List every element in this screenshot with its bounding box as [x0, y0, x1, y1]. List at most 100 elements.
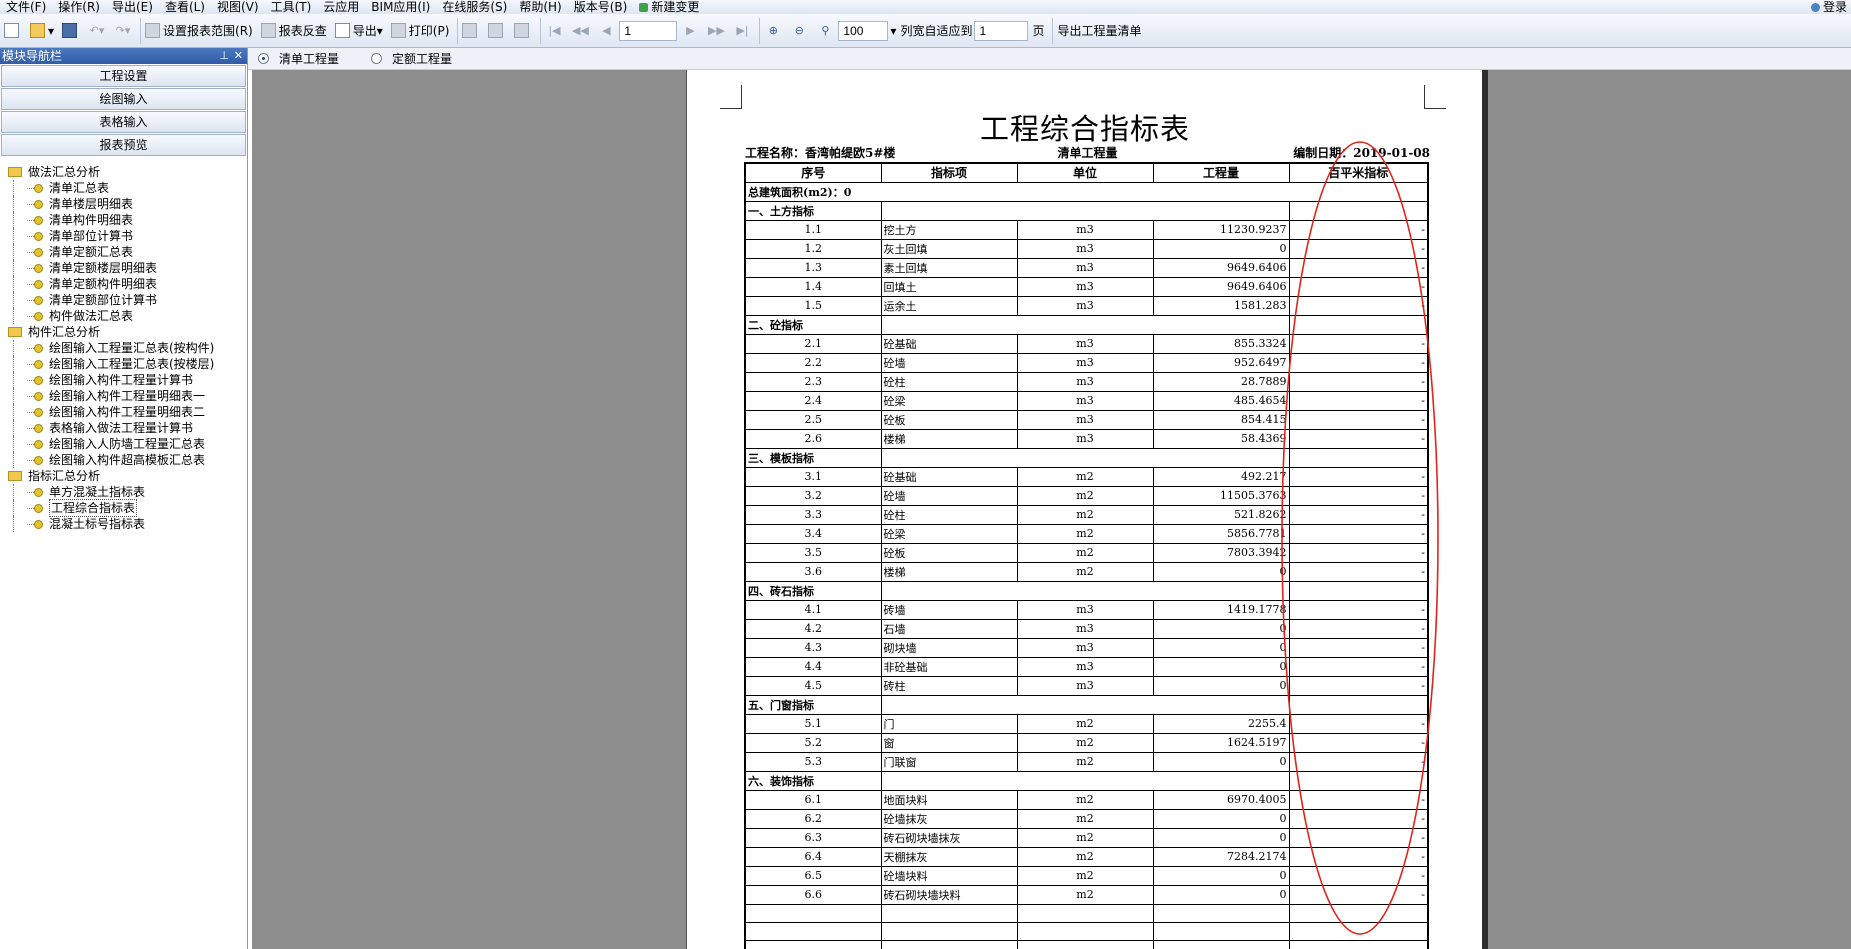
tree-item[interactable]: 清单楼层明细表 — [13, 196, 247, 212]
new-file-button[interactable] — [0, 18, 26, 44]
table-cell: m2 — [1016, 466, 1154, 487]
report-icon — [27, 263, 43, 273]
last-page-button[interactable]: ▶| — [729, 18, 755, 44]
tree-item[interactable]: 清单定额汇总表 — [13, 244, 247, 260]
tree-item[interactable]: 清单汇总表 — [13, 180, 247, 196]
quota-quantity-radio[interactable]: 定额工程量 — [371, 50, 452, 67]
login-menu[interactable]: 登录 — [1811, 0, 1847, 14]
tree-item[interactable]: 绘图输入工程量汇总表(按构件) — [13, 340, 247, 356]
first-page-icon: |◀ — [548, 24, 561, 37]
fit-pages-input[interactable] — [974, 20, 1029, 41]
export-button[interactable]: 导出 ▾ — [331, 18, 387, 44]
menu-item[interactable]: 在线服务(S) — [436, 0, 513, 14]
tree-item[interactable]: 混凝土标号指标表 — [13, 516, 247, 532]
multi-page-button[interactable] — [510, 18, 536, 44]
tree-item[interactable]: 构件做法汇总表 — [13, 308, 247, 324]
prev-page-button[interactable]: ◀ — [593, 18, 619, 44]
table-cell: - — [1288, 561, 1429, 582]
two-page-button[interactable] — [484, 18, 510, 44]
tree-group[interactable]: 做法汇总分析 — [8, 164, 247, 180]
table-cell: 485.4654 — [1152, 390, 1290, 411]
table-row: 1.5 运余土 m3 1581.283- — [744, 295, 1429, 316]
module-button[interactable]: 报表预览 — [1, 134, 246, 156]
menu-item[interactable]: 查看(L) — [159, 0, 211, 14]
menu-item[interactable]: 操作(R) — [52, 0, 106, 14]
tree-item[interactable]: 绘图输入人防墙工程量汇总表 — [13, 436, 247, 452]
menu-item[interactable]: 云应用 — [317, 0, 365, 14]
reverse-check-button[interactable]: 报表反查 — [257, 18, 331, 44]
single-page-button[interactable] — [457, 17, 484, 44]
menu-item[interactable]: 新建变更 — [633, 0, 705, 14]
zoom-out-button[interactable]: ⊖ — [786, 18, 812, 44]
menu-item[interactable]: 文件(F) — [0, 0, 52, 14]
zoom-dropdown[interactable]: ▾ — [888, 18, 898, 44]
bill-quantity-radio[interactable]: 清单工程量 — [258, 50, 339, 67]
redo-button[interactable]: ↷▾ — [110, 18, 136, 44]
column-header: 指标项 — [880, 162, 1018, 183]
pin-icon[interactable]: ⊥ — [219, 48, 229, 64]
tree-item[interactable]: 清单定额构件明细表 — [13, 276, 247, 292]
tree-item[interactable]: 清单定额部位计算书 — [13, 292, 247, 308]
tree-item[interactable]: 清单构件明细表 — [13, 212, 247, 228]
tree-item[interactable]: 表格输入做法工程量计算书 — [13, 420, 247, 436]
first-page-button[interactable]: |◀ — [540, 17, 567, 44]
table-cell: 0 — [1152, 656, 1290, 677]
tree-item[interactable]: 单方混凝土指标表 — [13, 484, 247, 500]
table-cell: - — [1288, 352, 1429, 373]
module-button[interactable]: 工程设置 — [1, 65, 246, 87]
tree-group[interactable]: 构件汇总分析 — [8, 324, 247, 340]
set-range-button[interactable]: 设置报表范围(R) — [140, 17, 257, 44]
module-button[interactable]: 表格输入 — [1, 111, 246, 133]
next-group-button[interactable]: ▶▶ — [703, 18, 729, 44]
tree-item[interactable]: 绘图输入构件工程量计算书 — [13, 372, 247, 388]
zoom-input[interactable] — [838, 20, 889, 41]
tree-item[interactable]: 绘图输入构件超高模板汇总表 — [13, 452, 247, 468]
table-cell: - — [1288, 713, 1429, 734]
save-button[interactable] — [58, 18, 84, 44]
tree-item[interactable]: 清单部位计算书 — [13, 228, 247, 244]
module-button[interactable]: 绘图输入 — [1, 88, 246, 110]
tree-group[interactable]: 指标汇总分析 — [8, 468, 247, 484]
empty-cell — [880, 200, 1290, 221]
export-list-button[interactable]: 导出工程量清单 — [1052, 17, 1145, 44]
blank-row — [744, 921, 1429, 941]
empty-cell — [880, 314, 1290, 335]
table-cell: 855.3324 — [1152, 333, 1290, 354]
prev-group-button[interactable]: ◀◀ — [567, 18, 593, 44]
section-row: 五、门窗指标 — [744, 694, 1429, 715]
menu-item[interactable]: 工具(T) — [265, 0, 318, 14]
open-folder-button[interactable]: ▾ — [26, 18, 58, 44]
table-cell: 砼梁 — [880, 390, 1018, 411]
table-cell: 1.1 — [744, 219, 882, 240]
close-icon[interactable]: ✕ — [234, 48, 243, 64]
module-buttons: 工程设置 绘图输入 表格输入 报表预览 — [0, 65, 247, 156]
radio-selected-icon — [258, 53, 269, 64]
menu-item[interactable]: BIM应用(I) — [365, 0, 436, 14]
print-button[interactable]: 打印(P) — [387, 18, 454, 44]
report-viewer[interactable]: 工程综合指标表 工程名称：香湾帕缇欧5#楼 清单工程量 编制日期：2019-01… — [252, 70, 1851, 949]
table-cell: - — [1288, 257, 1429, 278]
page-number-input[interactable] — [619, 20, 678, 41]
empty-cell — [744, 903, 882, 923]
menu-item[interactable]: 视图(V) — [211, 0, 265, 14]
zoom-button[interactable]: ⚲ — [812, 18, 838, 44]
tree-item[interactable]: 清单定额楼层明细表 — [13, 260, 247, 276]
menu-item[interactable]: 版本号(B) — [568, 0, 634, 14]
table-cell: 砼墙 — [880, 352, 1018, 373]
tree-item[interactable]: 工程综合指标表 — [13, 499, 247, 517]
table-cell: - — [1288, 675, 1429, 696]
multi-page-icon — [514, 23, 530, 38]
tree-item[interactable]: 绘图输入构件工程量明细表一 — [13, 388, 247, 404]
menu-item[interactable]: 导出(E) — [106, 0, 159, 14]
table-cell: - — [1288, 390, 1429, 411]
table-row: 2.5 砼板 m3 854.415- — [744, 409, 1429, 430]
table-cell: m3 — [1016, 238, 1154, 259]
next-page-button[interactable]: ▶ — [677, 18, 703, 44]
tree-item[interactable]: 绘图输入构件工程量明细表二 — [13, 404, 247, 420]
zoom-in-button[interactable]: ⊕ — [759, 17, 786, 44]
fast-forward-icon: ▶▶ — [707, 24, 725, 37]
tree-item[interactable]: 绘图输入工程量汇总表(按楼层) — [13, 356, 247, 372]
menu-item[interactable]: 帮助(H) — [513, 0, 567, 14]
undo-button[interactable]: ↶▾ — [84, 18, 110, 44]
table-cell: 7803.3942 — [1152, 542, 1290, 563]
